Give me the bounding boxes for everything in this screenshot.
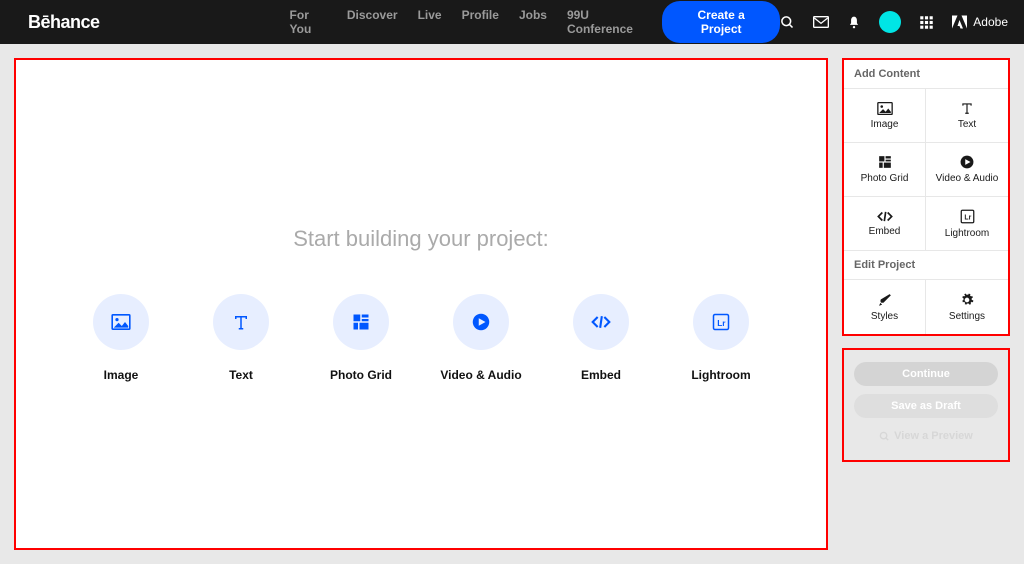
avatar[interactable] bbox=[879, 11, 901, 33]
add-content-title: Add Content bbox=[844, 60, 1008, 89]
canvas-option-image[interactable]: Image bbox=[81, 294, 161, 382]
gear-icon bbox=[960, 293, 974, 307]
canvas-title: Start building your project: bbox=[293, 226, 549, 252]
tool-embed[interactable]: Embed bbox=[844, 197, 926, 251]
image-icon bbox=[111, 314, 131, 330]
save-draft-button[interactable]: Save as Draft bbox=[854, 394, 998, 418]
bell-icon[interactable] bbox=[847, 15, 861, 30]
svg-text:Lr: Lr bbox=[717, 319, 726, 328]
adobe-link[interactable]: Adobe bbox=[952, 15, 1008, 29]
right-column: Add Content Image Text bbox=[842, 58, 1010, 550]
project-canvas: Start building your project: Image Text … bbox=[14, 58, 828, 550]
canvas-option-label: Lightroom bbox=[691, 368, 750, 382]
canvas-option-label: Video & Audio bbox=[440, 368, 521, 382]
tool-styles[interactable]: Styles bbox=[844, 280, 926, 334]
svg-text:Lr: Lr bbox=[964, 214, 971, 221]
tool-lightroom[interactable]: Lr Lightroom bbox=[926, 197, 1008, 251]
tool-photo-grid[interactable]: Photo Grid bbox=[844, 143, 926, 197]
tool-label: Settings bbox=[949, 311, 985, 322]
tool-label: Styles bbox=[871, 311, 898, 322]
canvas-option-label: Embed bbox=[581, 368, 621, 382]
canvas-option-lightroom[interactable]: Lr Lightroom bbox=[681, 294, 761, 382]
search-icon bbox=[879, 431, 890, 442]
tool-label: Video & Audio bbox=[936, 173, 999, 184]
canvas-option-label: Image bbox=[104, 368, 139, 382]
tool-settings[interactable]: Settings bbox=[926, 280, 1008, 334]
canvas-options: Image Text Photo Grid Video & Audio bbox=[81, 294, 761, 382]
lightroom-icon: Lr bbox=[712, 313, 730, 331]
edit-project-grid: Styles Settings bbox=[844, 280, 1008, 334]
nav-jobs[interactable]: Jobs bbox=[519, 8, 547, 36]
nav-conference[interactable]: 99U Conference bbox=[567, 8, 644, 36]
adobe-label: Adobe bbox=[973, 15, 1008, 29]
nav-discover[interactable]: Discover bbox=[347, 8, 398, 36]
preview-label: View a Preview bbox=[894, 430, 973, 442]
lightroom-icon: Lr bbox=[960, 209, 975, 224]
logo[interactable]: Bēhance bbox=[28, 12, 100, 33]
tool-label: Text bbox=[958, 119, 976, 130]
apps-icon[interactable] bbox=[919, 15, 934, 30]
canvas-option-label: Photo Grid bbox=[330, 368, 392, 382]
content-tools-panel: Add Content Image Text bbox=[842, 58, 1010, 336]
nav-for-you[interactable]: For You bbox=[290, 8, 327, 36]
nav-links: For You Discover Live Profile Jobs 99U C… bbox=[290, 8, 645, 36]
view-preview-link[interactable]: View a Preview bbox=[879, 430, 973, 442]
edit-project-title: Edit Project bbox=[844, 251, 1008, 280]
embed-icon bbox=[591, 315, 611, 329]
play-icon bbox=[472, 313, 490, 331]
canvas-option-embed[interactable]: Embed bbox=[561, 294, 641, 382]
nav-right: Adobe bbox=[780, 11, 1008, 33]
canvas-option-text[interactable]: Text bbox=[201, 294, 281, 382]
continue-button[interactable]: Continue bbox=[854, 362, 998, 386]
text-icon bbox=[960, 101, 974, 115]
canvas-option-photo-grid[interactable]: Photo Grid bbox=[321, 294, 401, 382]
tool-video-audio[interactable]: Video & Audio bbox=[926, 143, 1008, 197]
nav-live[interactable]: Live bbox=[418, 8, 442, 36]
text-icon bbox=[232, 313, 250, 331]
brush-icon bbox=[878, 293, 892, 307]
search-icon[interactable] bbox=[780, 15, 795, 30]
embed-icon bbox=[877, 211, 893, 222]
canvas-option-video-audio[interactable]: Video & Audio bbox=[441, 294, 521, 382]
actions-panel: Continue Save as Draft View a Preview bbox=[842, 348, 1010, 462]
tool-text[interactable]: Text bbox=[926, 89, 1008, 143]
mail-icon[interactable] bbox=[813, 16, 829, 28]
nav-profile[interactable]: Profile bbox=[462, 8, 499, 36]
create-project-button[interactable]: Create a Project bbox=[662, 1, 780, 43]
tool-label: Lightroom bbox=[945, 228, 989, 239]
image-icon bbox=[877, 102, 893, 115]
play-icon bbox=[960, 155, 974, 169]
tool-label: Photo Grid bbox=[861, 173, 909, 184]
canvas-option-label: Text bbox=[229, 368, 253, 382]
tool-label: Image bbox=[871, 119, 899, 130]
photo-grid-icon bbox=[352, 313, 370, 331]
topbar: Bēhance For You Discover Live Profile Jo… bbox=[0, 0, 1024, 44]
tool-label: Embed bbox=[869, 226, 901, 237]
content: Start building your project: Image Text … bbox=[0, 44, 1024, 564]
add-content-grid: Image Text Photo Grid bbox=[844, 89, 1008, 251]
photo-grid-icon bbox=[878, 155, 892, 169]
tool-image[interactable]: Image bbox=[844, 89, 926, 143]
